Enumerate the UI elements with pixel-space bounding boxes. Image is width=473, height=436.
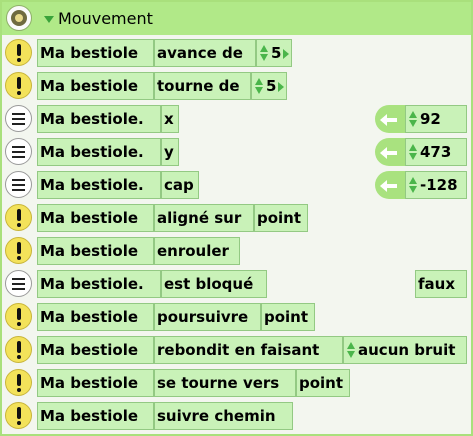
right-arrow-icon[interactable] xyxy=(283,49,289,59)
block-subject[interactable]: Ma bestiole xyxy=(37,402,154,430)
value-text: 473 xyxy=(420,143,452,161)
block-row-poursuivre[interactable]: Ma bestiole poursuivre point xyxy=(2,300,471,333)
block-subject[interactable]: Ma bestiole xyxy=(37,237,154,265)
value-field[interactable]: 5 xyxy=(256,39,292,67)
value-text: 92 xyxy=(420,110,441,128)
list-icon[interactable] xyxy=(5,270,32,297)
block-subject[interactable]: Ma bestiole. xyxy=(37,171,161,199)
block-label[interactable]: cap xyxy=(161,171,199,199)
block-subject[interactable]: Ma bestiole xyxy=(37,39,154,67)
getter-arrow-icon[interactable] xyxy=(375,138,405,166)
right-arrow-icon[interactable] xyxy=(278,82,284,92)
command-icon[interactable] xyxy=(5,303,32,330)
block-label[interactable]: poursuivre xyxy=(154,303,261,331)
list-icon[interactable] xyxy=(5,171,32,198)
value-text: 5 xyxy=(271,44,282,62)
command-icon[interactable] xyxy=(5,336,32,363)
block-subject[interactable]: Ma bestiole. xyxy=(37,105,161,133)
block-row-aligne[interactable]: Ma bestiole aligné sur point xyxy=(2,201,471,234)
block-row-se-tourne-vers[interactable]: Ma bestiole se tourne vers point xyxy=(2,366,471,399)
command-icon[interactable] xyxy=(5,402,32,429)
value-field[interactable]: 5 xyxy=(251,72,287,100)
block-label[interactable]: aligné sur xyxy=(154,204,254,232)
sound-text: aucun bruit xyxy=(358,341,456,359)
block-subject[interactable]: Ma bestiole. xyxy=(37,270,161,298)
value-text: -128 xyxy=(420,176,458,194)
block-subject[interactable]: Ma bestiole xyxy=(37,204,154,232)
block-row-cap[interactable]: Ma bestiole. cap -128 xyxy=(2,168,471,201)
category-toggle-icon[interactable] xyxy=(6,5,32,31)
block-label[interactable]: x xyxy=(161,105,179,133)
value-field[interactable]: 473 xyxy=(405,138,467,166)
block-row-enrouler[interactable]: Ma bestiole enrouler xyxy=(2,234,471,267)
block-label[interactable]: avance de xyxy=(154,39,256,67)
block-label[interactable]: enrouler xyxy=(154,237,240,265)
getter-arrow-icon[interactable] xyxy=(375,171,405,199)
block-subject[interactable]: Ma bestiole. xyxy=(37,138,161,166)
block-label[interactable]: tourne de xyxy=(154,72,251,100)
category-header-mouvement[interactable]: Mouvement xyxy=(2,2,471,35)
block-subject[interactable]: Ma bestiole xyxy=(37,303,154,331)
list-icon[interactable] xyxy=(5,138,32,165)
block-row-y[interactable]: Ma bestiole. y 473 xyxy=(2,135,471,168)
command-icon[interactable] xyxy=(5,369,32,396)
param-field[interactable]: point xyxy=(261,303,315,331)
category-title: Mouvement xyxy=(58,9,153,28)
spinner-icon[interactable] xyxy=(260,45,268,61)
value-text: 5 xyxy=(266,77,277,95)
block-row-avance[interactable]: Ma bestiole avance de 5 xyxy=(2,36,471,69)
block-subject[interactable]: Ma bestiole xyxy=(37,369,154,397)
command-icon[interactable] xyxy=(5,39,32,66)
command-icon[interactable] xyxy=(5,72,32,99)
block-label[interactable]: est bloqué xyxy=(161,270,267,298)
spinner-icon[interactable] xyxy=(347,342,355,358)
param-field[interactable]: point xyxy=(254,204,308,232)
param-field[interactable]: point xyxy=(296,369,350,397)
block-row-rebondit[interactable]: Ma bestiole rebondit en faisant aucun br… xyxy=(2,333,471,366)
block-label[interactable]: rebondit en faisant xyxy=(154,336,343,364)
list-icon[interactable] xyxy=(5,105,32,132)
spinner-icon[interactable] xyxy=(409,177,417,193)
block-row-est-bloque[interactable]: Ma bestiole. est bloqué faux xyxy=(2,267,471,300)
getter-arrow-icon[interactable] xyxy=(375,105,405,133)
value-field[interactable]: 92 xyxy=(405,105,467,133)
block-subject[interactable]: Ma bestiole xyxy=(37,72,154,100)
spinner-icon[interactable] xyxy=(409,144,417,160)
expand-triangle-icon[interactable] xyxy=(44,16,54,23)
block-row-tourne[interactable]: Ma bestiole tourne de 5 xyxy=(2,69,471,102)
spinner-icon[interactable] xyxy=(255,78,263,94)
block-subject[interactable]: Ma bestiole xyxy=(37,336,154,364)
block-row-x[interactable]: Ma bestiole. x 92 xyxy=(2,102,471,135)
command-icon[interactable] xyxy=(5,204,32,231)
value-field[interactable]: -128 xyxy=(405,171,467,199)
block-label[interactable]: se tourne vers xyxy=(154,369,296,397)
block-label[interactable]: y xyxy=(161,138,179,166)
value-field: faux xyxy=(415,270,467,298)
block-row-suivre-chemin[interactable]: Ma bestiole suivre chemin xyxy=(2,399,471,432)
sound-dropdown[interactable]: aucun bruit xyxy=(343,336,467,364)
command-icon[interactable] xyxy=(5,237,32,264)
spinner-icon[interactable] xyxy=(409,111,417,127)
block-label[interactable]: suivre chemin xyxy=(154,402,293,430)
